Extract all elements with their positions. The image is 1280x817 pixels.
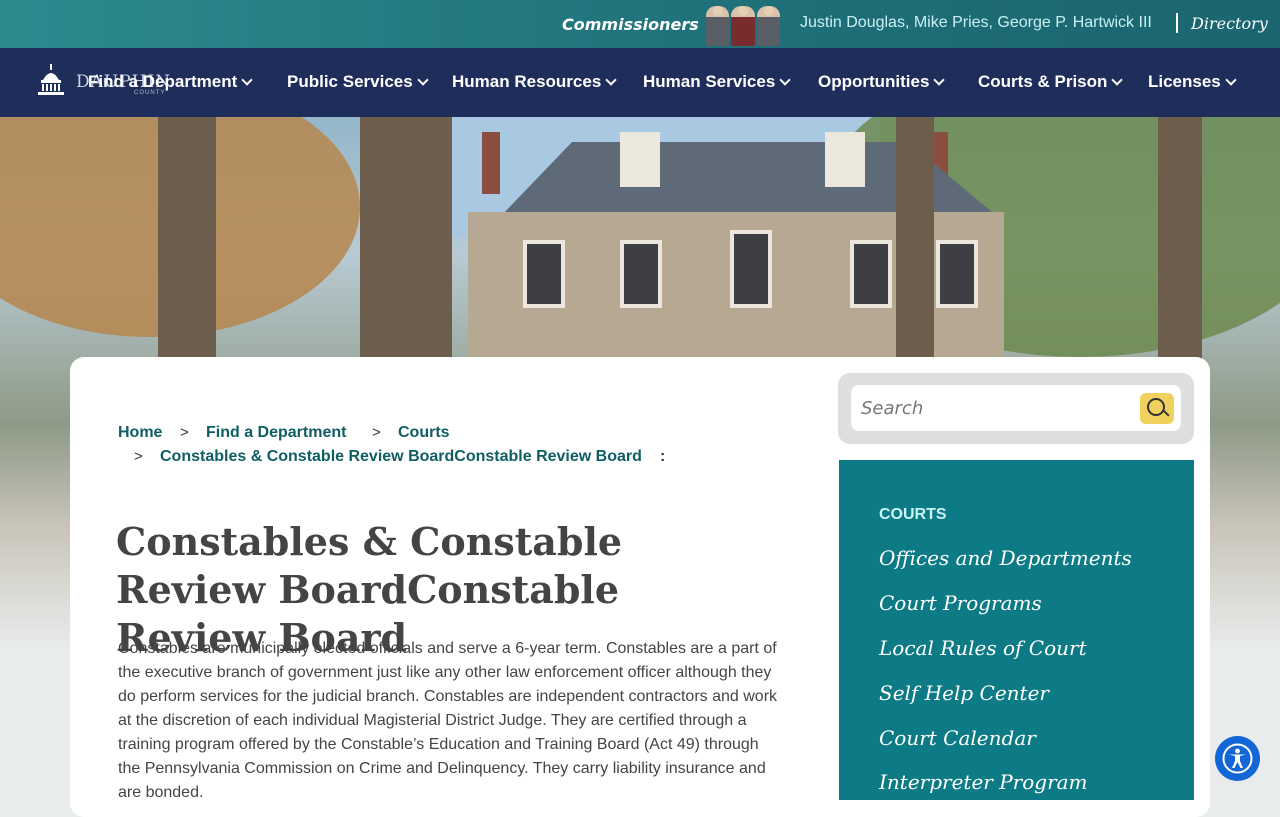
breadcrumb-separator: > bbox=[134, 448, 143, 465]
nav-public-services[interactable]: Public Services bbox=[287, 72, 429, 92]
nav-label: Licenses bbox=[1148, 72, 1221, 91]
sidebar-link-court-programs[interactable]: Court Programs bbox=[879, 591, 1042, 615]
chevron-down-icon bbox=[241, 74, 253, 86]
hero-tree-trunk bbox=[158, 117, 216, 377]
nav-licenses[interactable]: Licenses bbox=[1148, 72, 1237, 92]
breadcrumb-separator: > bbox=[372, 424, 381, 441]
breadcrumb-home[interactable]: Home bbox=[118, 424, 162, 442]
nav-label: Human Services bbox=[643, 72, 776, 91]
nav-label: Human Resources bbox=[452, 72, 602, 91]
nav-label: Courts & Prison bbox=[978, 72, 1108, 91]
hero-dormer bbox=[825, 132, 865, 187]
commissioners-photo[interactable] bbox=[706, 4, 780, 46]
hero-window bbox=[730, 230, 772, 308]
accessibility-button[interactable] bbox=[1215, 736, 1260, 781]
commissioner-figure bbox=[756, 6, 780, 46]
nav-human-services[interactable]: Human Services bbox=[643, 72, 791, 92]
search-icon-handle bbox=[1162, 409, 1170, 417]
nav-courts-prison[interactable]: Courts & Prison bbox=[978, 72, 1124, 92]
breadcrumb-separator: > bbox=[180, 424, 189, 441]
hero-dormer bbox=[620, 132, 660, 187]
hero-tree-trunk bbox=[360, 117, 452, 377]
chevron-down-icon bbox=[1111, 74, 1124, 86]
chevron-down-icon bbox=[1225, 74, 1237, 86]
chevron-down-icon bbox=[779, 74, 791, 86]
hero-house bbox=[460, 132, 1020, 362]
breadcrumb-current[interactable]: Constables & Constable Review BoardConst… bbox=[160, 448, 642, 466]
nav-human-resources[interactable]: Human Resources bbox=[452, 72, 617, 92]
page-body-text: Constables are municipally elected offic… bbox=[118, 640, 778, 801]
search-button[interactable] bbox=[1140, 393, 1174, 424]
search-icon bbox=[1147, 398, 1165, 416]
breadcrumb-courts[interactable]: Courts bbox=[398, 424, 450, 442]
sidebar-link-local-rules-of-court[interactable]: Local Rules of Court bbox=[879, 636, 1087, 660]
nav-label: Opportunities bbox=[818, 72, 930, 91]
hero-window bbox=[936, 240, 978, 308]
sidebar-link-offices-and-departments[interactable]: Offices and Departments bbox=[879, 546, 1132, 570]
accessibility-icon bbox=[1222, 743, 1253, 774]
hero-window bbox=[850, 240, 892, 308]
breadcrumb-end: : bbox=[660, 448, 666, 465]
sidebar-link-interpreter-program[interactable]: Interpreter Program bbox=[879, 770, 1088, 794]
chevron-down-icon bbox=[933, 74, 946, 86]
hero-tree-trunk bbox=[1158, 117, 1202, 377]
directory-link[interactable]: Directory bbox=[1191, 14, 1268, 33]
nav-label: Find a Department bbox=[88, 72, 238, 91]
breadcrumb-find-a-department[interactable]: Find a Department bbox=[206, 424, 346, 442]
capitol-dome-icon bbox=[38, 64, 64, 95]
sidebar-link-court-calendar[interactable]: Court Calendar bbox=[879, 726, 1036, 750]
commissioner-figure bbox=[731, 6, 755, 46]
hero-tree-trunk bbox=[896, 117, 934, 377]
sidebar-link-self-help-center[interactable]: Self Help Center bbox=[879, 681, 1049, 705]
commissioner-figure bbox=[706, 6, 730, 46]
chevron-down-icon bbox=[417, 74, 429, 86]
nav-label: Public Services bbox=[287, 72, 413, 91]
hero-chimney bbox=[482, 132, 500, 194]
search-input[interactable] bbox=[851, 385, 1181, 431]
nav-find-a-department[interactable]: Find a Department bbox=[88, 72, 253, 92]
commissioner-names-link[interactable]: Justin Douglas, Mike Pries, George P. Ha… bbox=[800, 14, 1152, 32]
chevron-down-icon bbox=[605, 74, 617, 86]
directory-divider bbox=[1176, 13, 1178, 33]
nav-opportunities[interactable]: Opportunities bbox=[818, 72, 946, 92]
hero-window bbox=[523, 240, 565, 308]
commissioners-link[interactable]: Commissioners bbox=[562, 15, 699, 34]
hero-window bbox=[620, 240, 662, 308]
sidebar-heading[interactable]: COURTS bbox=[879, 506, 947, 524]
